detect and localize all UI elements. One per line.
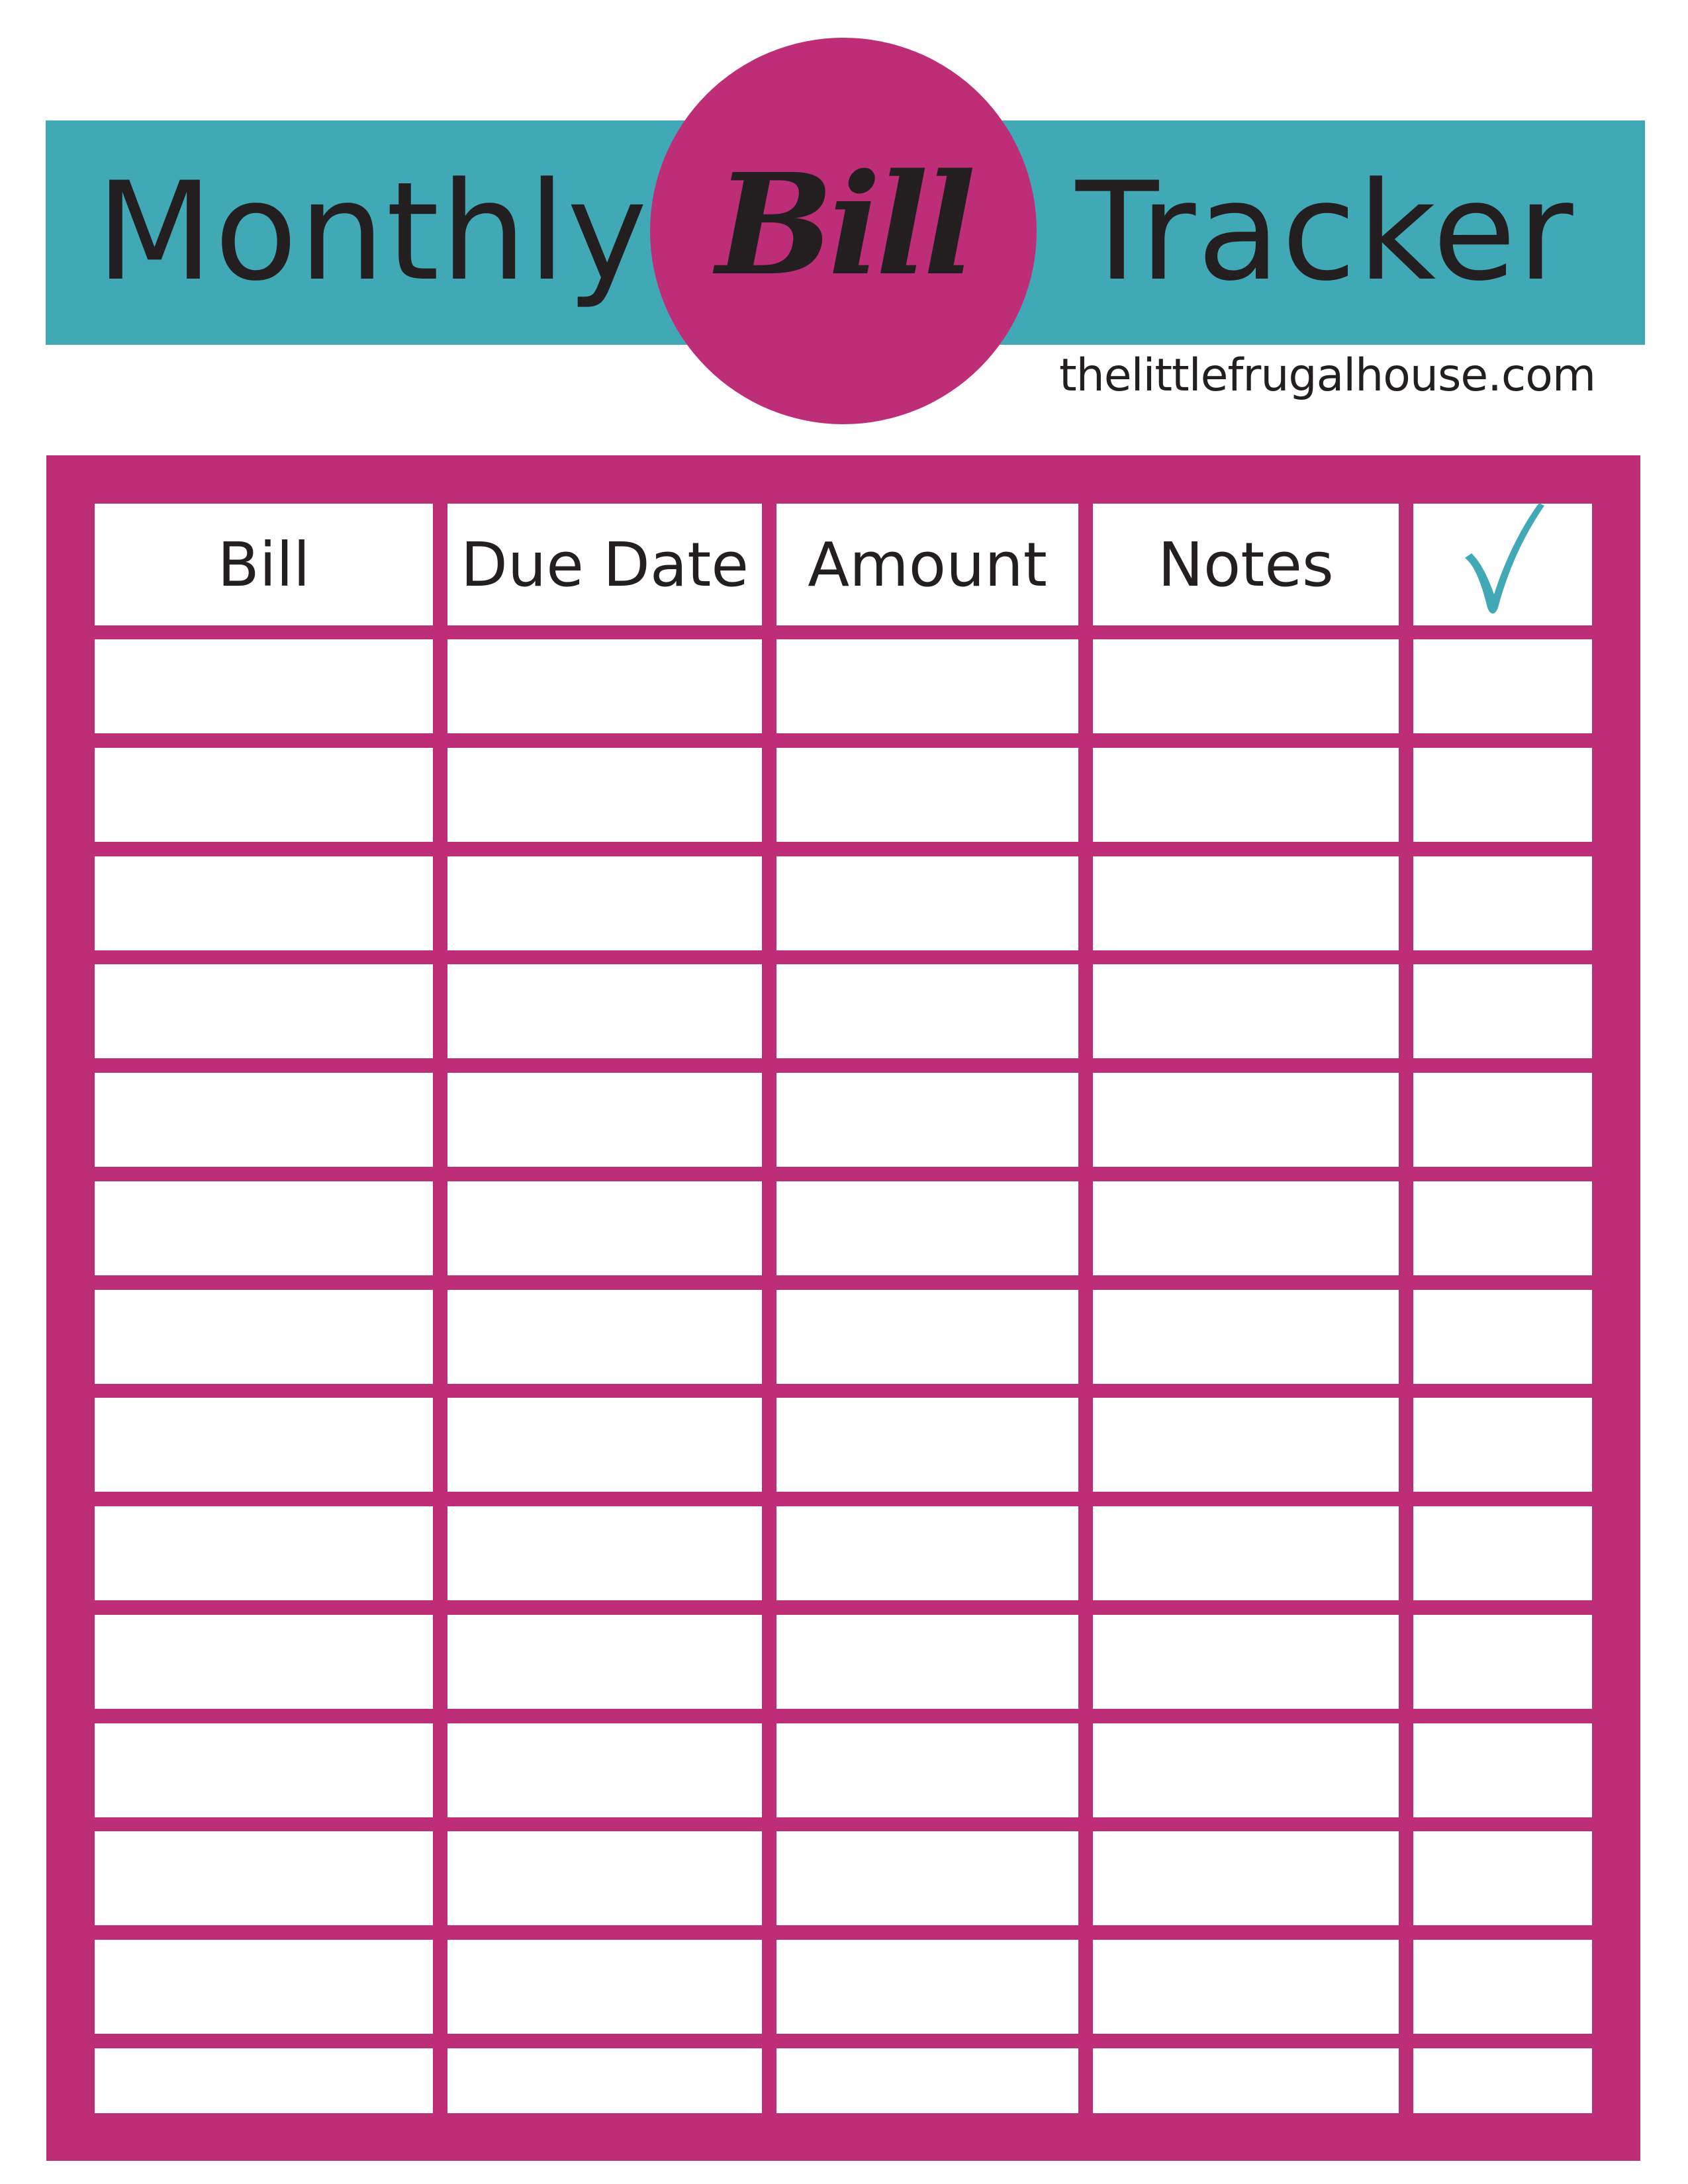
table-row-cell[interactable]: [1413, 2048, 1592, 2113]
table-row-cell[interactable]: [447, 1723, 762, 1817]
table-row-cell[interactable]: [1093, 856, 1399, 950]
table-row-cell[interactable]: [1413, 1723, 1592, 1817]
table-row-cell[interactable]: [776, 1181, 1078, 1275]
table-row-cell[interactable]: [95, 1181, 433, 1275]
table-row-cell[interactable]: [1093, 1506, 1399, 1600]
title-badge-circle: Bill: [650, 38, 1037, 424]
table-row-cell[interactable]: [1093, 1831, 1399, 1925]
table-row-cell[interactable]: [95, 639, 433, 733]
table-row-cell[interactable]: [447, 1398, 762, 1492]
header-cell: Due Date: [447, 504, 762, 625]
table-row-cell[interactable]: [1093, 1073, 1399, 1167]
table-row-cell[interactable]: [1413, 964, 1592, 1058]
table-row-cell[interactable]: [95, 1615, 433, 1709]
table-row-cell[interactable]: [95, 1831, 433, 1925]
table-row-cell[interactable]: [447, 639, 762, 733]
table-row-cell[interactable]: [95, 1940, 433, 2034]
table-row-cell[interactable]: [447, 2048, 762, 2113]
table-row-cell[interactable]: [447, 1073, 762, 1167]
column-header-label: Due Date: [461, 529, 749, 600]
table-row-cell[interactable]: [1093, 2048, 1399, 2113]
table-row-cell[interactable]: [1093, 1723, 1399, 1817]
table-row-cell[interactable]: [776, 1940, 1078, 2034]
column-header-label: Bill: [217, 529, 310, 600]
table-row-cell[interactable]: [1413, 1290, 1592, 1384]
table-row-cell[interactable]: [1093, 1940, 1399, 2034]
table-row-cell[interactable]: [95, 1290, 433, 1384]
table-row-cell[interactable]: [1413, 1615, 1592, 1709]
table-row-cell[interactable]: [1413, 1831, 1592, 1925]
checkmark-icon: [1465, 503, 1544, 614]
table-row-cell[interactable]: [447, 964, 762, 1058]
table-row-cell[interactable]: [95, 1398, 433, 1492]
table-row-cell[interactable]: [776, 1073, 1078, 1167]
table-row-cell[interactable]: [1413, 1506, 1592, 1600]
table-row-cell[interactable]: [776, 1723, 1078, 1817]
table-row-cell[interactable]: [95, 1073, 433, 1167]
table-row-cell[interactable]: [776, 1615, 1078, 1709]
table-row-cell[interactable]: [1093, 1615, 1399, 1709]
table-row-cell[interactable]: [1413, 748, 1592, 842]
table-row-cell[interactable]: [776, 1506, 1078, 1600]
table-row-cell[interactable]: [776, 964, 1078, 1058]
table-row-cell[interactable]: [776, 748, 1078, 842]
table-row-cell[interactable]: [1413, 1940, 1592, 2034]
table-row-cell[interactable]: [95, 1723, 433, 1817]
table-row-cell[interactable]: [447, 1940, 762, 2034]
table-row-cell[interactable]: [95, 748, 433, 842]
header-cell: [1413, 503, 1592, 625]
table-row-cell[interactable]: [447, 1290, 762, 1384]
table-row-cell[interactable]: [1093, 1398, 1399, 1492]
table-row-cell[interactable]: [447, 1506, 762, 1600]
table-row-cell[interactable]: [1413, 1181, 1592, 1275]
table-row-cell[interactable]: [1413, 856, 1592, 950]
table-row-cell[interactable]: [95, 1506, 433, 1600]
table-row-cell[interactable]: [776, 1831, 1078, 1925]
table-row-cell[interactable]: [447, 856, 762, 950]
table-row-cell[interactable]: [447, 1831, 762, 1925]
table-row-cell[interactable]: [447, 748, 762, 842]
table-row-cell[interactable]: [776, 856, 1078, 950]
table-row-cell[interactable]: [1093, 639, 1399, 733]
table-row-cell[interactable]: [776, 2048, 1078, 2113]
table-row-cell[interactable]: [95, 856, 433, 950]
table-row-cell[interactable]: [447, 1181, 762, 1275]
title-bill: Bill: [716, 142, 976, 306]
table-row-cell[interactable]: [95, 964, 433, 1058]
table-row-cell[interactable]: [447, 1615, 762, 1709]
header-cell: Notes: [1093, 504, 1399, 625]
column-header-label: Amount: [808, 529, 1047, 600]
website-url: thelittlefrugalhouse.com: [1059, 349, 1596, 402]
table-row-cell[interactable]: [1093, 1290, 1399, 1384]
table-row-cell[interactable]: [776, 639, 1078, 733]
header-cell: Amount: [776, 504, 1078, 625]
table-row-cell[interactable]: [1413, 1398, 1592, 1492]
column-header-label: Notes: [1158, 529, 1334, 600]
table-row-cell[interactable]: [1093, 1181, 1399, 1275]
table-row-cell[interactable]: [95, 2048, 433, 2113]
table-row-cell[interactable]: [776, 1290, 1078, 1384]
table-row-cell[interactable]: [1093, 748, 1399, 842]
title-tracker: Tracker: [1076, 154, 1575, 311]
title-monthly: Monthly: [96, 154, 649, 311]
table-row-cell[interactable]: [776, 1398, 1078, 1492]
table-row-cell[interactable]: [1093, 964, 1399, 1058]
table-row-cell[interactable]: [1413, 639, 1592, 733]
header-cell: Bill: [95, 504, 433, 625]
table-row-cell[interactable]: [1413, 1073, 1592, 1167]
